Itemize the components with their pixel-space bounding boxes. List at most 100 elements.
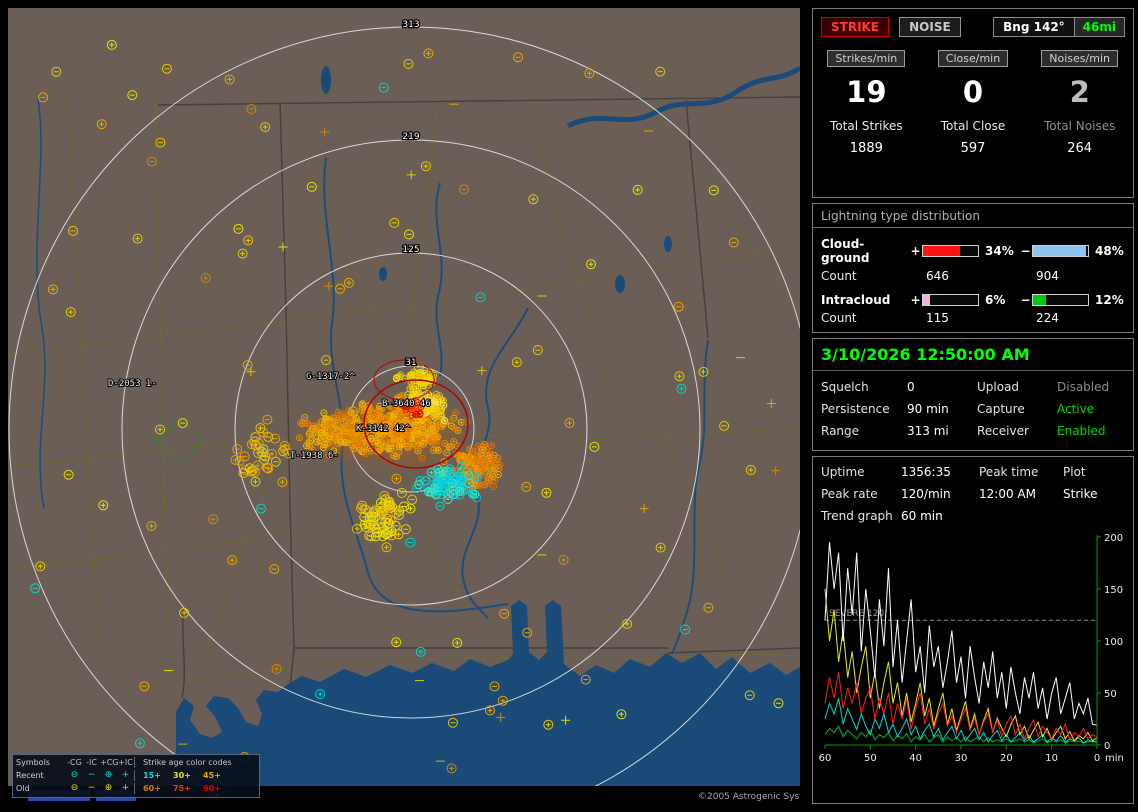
legend-divider xyxy=(134,757,143,768)
svg-text:50: 50 xyxy=(864,753,877,764)
strike-mode-button[interactable]: STRIKE xyxy=(821,17,889,37)
svg-text:B-3640 46: B-3640 46 xyxy=(382,399,431,409)
minus-sign: − xyxy=(1019,244,1032,258)
circle-plus-icon: ⊕ xyxy=(100,784,117,793)
trend-box: Uptime 1356:35 Peak time Plot Peak rate … xyxy=(812,456,1134,804)
strike-stats-box: STRIKE NOISE Bng 142° 46mi Strikes/min 1… xyxy=(812,8,1134,198)
trend-graph-svg: SEVERE 1202001501005006050403020100min xyxy=(815,531,1133,769)
intracloud-count-row: Count 115 224 xyxy=(813,309,1133,327)
ic-plus-count: 115 xyxy=(922,311,979,325)
legend-recent-label: Recent xyxy=(16,771,66,780)
svg-text:219: 219 xyxy=(402,132,419,142)
close-per-min-value: 0 xyxy=(920,75,1027,109)
distribution-title: Lightning type distribution xyxy=(813,204,1133,228)
cloud-ground-count-row: Count 646 904 xyxy=(813,267,1133,285)
strikes-per-min-value: 19 xyxy=(813,75,920,109)
trend-info-grid: Uptime 1356:35 Peak time Plot Peak rate … xyxy=(813,457,1133,523)
range-label: Range xyxy=(821,424,907,438)
bearing-distance: 46mi xyxy=(1075,18,1124,36)
peak-rate-value: 120/min xyxy=(901,487,979,501)
rate-grid: Strikes/min 19 Total Strikes 1889 Close/… xyxy=(813,47,1133,156)
svg-text:125: 125 xyxy=(402,245,419,255)
cloud-ground-row: Cloud-ground + 34% − 48% xyxy=(813,235,1133,267)
total-strikes-value: 1889 xyxy=(813,141,920,156)
svg-text:50: 50 xyxy=(1104,689,1117,700)
svg-text:100: 100 xyxy=(1104,637,1123,648)
cloud-ground-label: Cloud-ground xyxy=(821,237,909,265)
ic-plus-pct: 6% xyxy=(979,293,1019,307)
circle-plus-icon: ⊕ xyxy=(100,771,117,780)
svg-text:150: 150 xyxy=(1104,585,1123,596)
lightning-distribution-box: Lightning type distribution Cloud-ground… xyxy=(812,203,1134,333)
legend-divider xyxy=(134,783,143,794)
plot-value: Strike xyxy=(1063,487,1125,501)
persistence-label: Persistence xyxy=(821,402,907,416)
minus-icon: − xyxy=(83,784,100,793)
plus-sign: + xyxy=(909,293,922,307)
noises-column: Noises/min 2 Total Noises 264 xyxy=(1026,47,1133,156)
ic-minus-pct: 12% xyxy=(1089,293,1129,307)
persistence-value: 90 min xyxy=(907,402,977,416)
noise-mode-button[interactable]: NOISE xyxy=(899,17,961,37)
noises-per-min-value: 2 xyxy=(1026,75,1133,109)
uptime-label: Uptime xyxy=(821,465,901,479)
svg-text:0: 0 xyxy=(1094,753,1100,764)
minus-icon: − xyxy=(83,771,100,780)
legend-codes-header: Strike age color codes xyxy=(143,758,239,767)
svg-text:10: 10 xyxy=(1045,753,1058,764)
legend-old-label: Old xyxy=(16,784,66,793)
trend-graph-label: Trend graph xyxy=(821,509,901,523)
plot-label: Plot xyxy=(1063,465,1125,479)
capture-value: Active xyxy=(1057,402,1125,416)
svg-text:200: 200 xyxy=(1104,533,1123,544)
svg-text:20: 20 xyxy=(1000,753,1013,764)
legend-type-ic-pos: +IC xyxy=(117,758,134,767)
svg-text:40: 40 xyxy=(909,753,922,764)
age-code-45: 45+ xyxy=(203,771,239,780)
trend-graph: SEVERE 1202001501005006050403020100min xyxy=(813,531,1133,773)
noises-per-min-header[interactable]: Noises/min xyxy=(1041,50,1118,67)
legend-type-cg-pos: +CG xyxy=(100,758,117,767)
map-legend: Symbols -CG -IC +CG +IC Strike age color… xyxy=(12,754,260,798)
svg-text:30: 30 xyxy=(955,753,968,764)
mode-buttons: STRIKE NOISE xyxy=(821,16,961,37)
status-box: 3/10/2026 12:50:00 AM Squelch 0 Upload D… xyxy=(812,338,1134,451)
legend-type-cg-neg: -CG xyxy=(66,758,83,767)
bearing-display: Bng 142° 46mi xyxy=(993,17,1125,37)
total-strikes-label: Total Strikes xyxy=(813,119,920,133)
cg-minus-pct: 48% xyxy=(1089,244,1129,258)
circle-minus-icon: ⊖ xyxy=(66,771,83,780)
copyright-text: ©2005 Astrogenic Systems xyxy=(698,792,800,802)
peak-time-label: Peak time xyxy=(979,465,1063,479)
age-code-90: 90+ xyxy=(203,784,239,793)
age-code-75: 75+ xyxy=(173,784,203,793)
range-value: 313 mi xyxy=(907,424,977,438)
strikes-per-min-header[interactable]: Strikes/min xyxy=(827,50,905,67)
legend-recent-row: Recent ⊖ − ⊕ + 15+ 30+ 45+ xyxy=(16,769,256,782)
total-close-label: Total Close xyxy=(920,119,1027,133)
close-per-min-header[interactable]: Close/min xyxy=(938,50,1008,67)
legend-type-ic-neg: -IC xyxy=(83,758,100,767)
svg-text:G-1317-2^: G-1317-2^ xyxy=(306,372,355,382)
intracloud-row: Intracloud + 6% − 12% xyxy=(813,291,1133,309)
plus-sign: + xyxy=(909,244,922,258)
upload-value: Disabled xyxy=(1057,380,1125,394)
bearing-value: Bng 142° xyxy=(994,18,1075,36)
minus-sign: − xyxy=(1019,293,1032,307)
legend-symbols-header: Symbols xyxy=(16,758,66,767)
map-area[interactable]: 31321912531 D-2053 1-G-1317-2^B-3640 46K… xyxy=(8,8,800,804)
peak-time-value: 12:00 AM xyxy=(979,487,1063,501)
cg-minus-bar xyxy=(1032,245,1089,257)
age-code-60: 60+ xyxy=(143,784,173,793)
control-panel: STRIKE NOISE Bng 142° 46mi Strikes/min 1… xyxy=(812,8,1134,804)
plus-icon: + xyxy=(117,771,134,780)
count-label: Count xyxy=(821,311,909,325)
svg-text:D-2053 1-: D-2053 1- xyxy=(108,379,157,389)
intracloud-label: Intracloud xyxy=(821,293,909,307)
legend-divider xyxy=(134,770,143,781)
count-label: Count xyxy=(821,269,909,283)
svg-text:min: min xyxy=(1105,753,1124,764)
circle-minus-icon: ⊖ xyxy=(66,784,83,793)
lightning-map[interactable]: 31321912531 D-2053 1-G-1317-2^B-3640 46K… xyxy=(8,8,800,804)
svg-text:T-1938 6-: T-1938 6- xyxy=(290,451,339,461)
